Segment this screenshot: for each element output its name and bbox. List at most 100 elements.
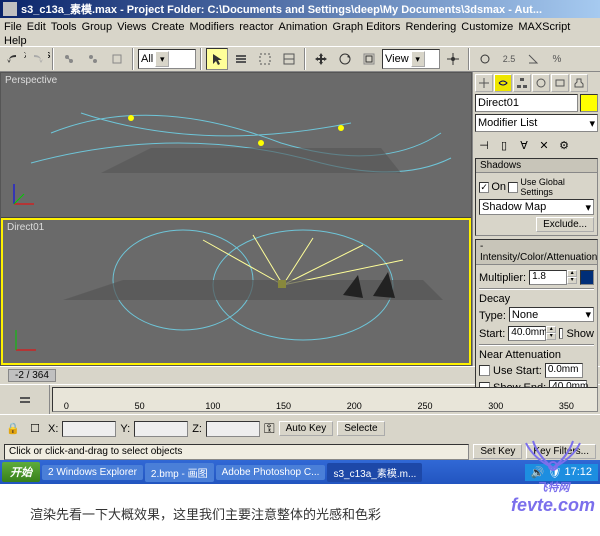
selector-button[interactable]: Selecte	[337, 421, 384, 436]
task-item[interactable]: Adobe Photoshop C...	[216, 465, 326, 480]
start-button[interactable]: 开始	[2, 462, 40, 482]
multiplier-spinner[interactable]: 1.8 ▴▾	[529, 270, 577, 285]
x-label: X:	[48, 423, 58, 435]
pivot-button[interactable]	[442, 48, 464, 70]
viewport-area: Perspective Direct01	[0, 72, 472, 366]
scale-button[interactable]	[358, 48, 380, 70]
tab-hierarchy[interactable]	[513, 74, 531, 92]
near-atten-label: Near Attenuation	[479, 349, 561, 361]
menu-tools[interactable]: Tools	[51, 20, 77, 34]
task-item[interactable]: 2 Windows Explorer	[42, 465, 143, 480]
menu-help[interactable]: Help	[4, 34, 27, 48]
show-end-button[interactable]: ▯	[495, 136, 513, 154]
tick-label: 300	[488, 401, 503, 411]
spinner-down-icon[interactable]: ▾	[546, 333, 556, 340]
redo-button[interactable]	[26, 48, 48, 70]
autokey-button[interactable]: Auto Key	[279, 421, 334, 436]
tab-modify[interactable]	[494, 74, 512, 92]
make-unique-button[interactable]: ∀	[515, 136, 533, 154]
multiplier-value[interactable]: 1.8	[529, 270, 567, 285]
tab-utilities[interactable]	[570, 74, 588, 92]
tick-label: 150	[276, 401, 291, 411]
z-label: Z:	[192, 423, 202, 435]
bind-button[interactable]	[106, 48, 128, 70]
tab-display[interactable]	[551, 74, 569, 92]
menu-grapheditors[interactable]: Graph Editors	[333, 20, 401, 34]
z-coord-input[interactable]	[206, 421, 260, 437]
object-name-input[interactable]: Direct01	[475, 94, 578, 112]
move-button[interactable]	[310, 48, 332, 70]
manipulate-button[interactable]	[474, 48, 496, 70]
snap-button[interactable]: 2.5	[498, 48, 520, 70]
near-start-spinner[interactable]: 0.0mm	[545, 363, 583, 378]
key-icon: ⚿	[264, 420, 275, 437]
isolate-button[interactable]: ☐	[26, 420, 44, 438]
tab-create[interactable]	[475, 74, 493, 92]
pin-stack-button[interactable]: ⊣	[475, 136, 493, 154]
refcoord-combo[interactable]: View ▾	[382, 49, 440, 69]
light-color-swatch[interactable]	[580, 270, 594, 285]
near-use-checkbox[interactable]	[479, 365, 490, 376]
decay-start-label: Start:	[479, 328, 505, 340]
task-item[interactable]: s3_c13a_素模.m...	[327, 463, 422, 482]
menu-views[interactable]: Views	[117, 20, 146, 34]
tab-motion[interactable]	[532, 74, 550, 92]
select-region-button[interactable]	[254, 48, 276, 70]
modifier-list-combo[interactable]: Modifier List ▾	[475, 114, 598, 132]
dropdown-icon[interactable]: ▾	[411, 51, 425, 67]
spinner-up-icon[interactable]: ▴	[546, 326, 556, 333]
dropdown-icon: ▾	[585, 308, 591, 321]
global-checkbox[interactable]	[508, 182, 518, 193]
dropdown-icon[interactable]: ▾	[155, 51, 169, 67]
shadow-type-combo[interactable]: Shadow Map ▾	[479, 199, 594, 215]
shadows-rollout-head[interactable]: Shadows	[476, 159, 597, 173]
decay-type-combo[interactable]: None ▾	[509, 307, 594, 322]
shadow-on-checkbox[interactable]: ✓	[479, 182, 489, 193]
menu-rendering[interactable]: Rendering	[405, 20, 456, 34]
frame-indicator: -2 / 364	[8, 369, 56, 382]
spinner-up-icon[interactable]: ▴	[567, 270, 577, 277]
menu-reactor[interactable]: reactor	[239, 20, 273, 34]
object-color-swatch[interactable]	[580, 94, 598, 112]
decay-show-checkbox[interactable]	[559, 328, 563, 339]
rotate-button[interactable]	[334, 48, 356, 70]
remove-mod-button[interactable]: ✕	[535, 136, 553, 154]
selection-filter-combo[interactable]: All ▾	[138, 49, 196, 69]
y-coord-input[interactable]	[134, 421, 188, 437]
decay-start-spinner[interactable]: 40.0mm ▴▾	[508, 326, 556, 341]
menu-maxscript[interactable]: MAXScript	[518, 20, 570, 34]
select-button[interactable]	[206, 48, 228, 70]
menu-edit[interactable]: Edit	[27, 20, 46, 34]
window-crossing-button[interactable]	[278, 48, 300, 70]
task-item[interactable]: 2.bmp - 画图	[145, 463, 214, 482]
viewport-direct01[interactable]: Direct01	[1, 218, 471, 366]
menu-file[interactable]: File	[4, 20, 22, 34]
tick-label: 350	[559, 401, 574, 411]
viewport-perspective[interactable]: Perspective	[1, 73, 471, 218]
menu-animation[interactable]: Animation	[279, 20, 328, 34]
exclude-button[interactable]: Exclude...	[536, 217, 594, 232]
angle-snap-button[interactable]	[522, 48, 544, 70]
select-by-name-button[interactable]	[230, 48, 252, 70]
unlink-button[interactable]	[82, 48, 104, 70]
menu-create[interactable]: Create	[151, 20, 184, 34]
menu-group[interactable]: Group	[82, 20, 113, 34]
dropdown-icon: ▾	[585, 201, 591, 214]
percent-snap-button[interactable]: %	[546, 48, 568, 70]
trackbar-toggle-button[interactable]	[14, 389, 36, 411]
undo-button[interactable]	[2, 48, 24, 70]
intensity-rollout-head[interactable]: - Intensity/Color/Attenuation	[476, 240, 597, 265]
menubar: File Edit Tools Group Views Create Modif…	[0, 18, 600, 46]
near-start-value[interactable]: 0.0mm	[545, 363, 583, 378]
decay-start-value[interactable]: 40.0mm	[508, 326, 546, 341]
menu-customize[interactable]: Customize	[461, 20, 513, 34]
trackbar-ruler[interactable]: 0 50 100 150 200 250 300 350	[52, 387, 598, 412]
x-coord-input[interactable]	[62, 421, 116, 437]
link-button[interactable]	[58, 48, 80, 70]
spinner-down-icon[interactable]: ▾	[567, 277, 577, 284]
menu-modifiers[interactable]: Modifiers	[190, 20, 235, 34]
axis-gizmo-icon	[9, 179, 39, 209]
lock-button[interactable]: 🔒	[4, 420, 22, 438]
configure-button[interactable]: ⚙	[555, 136, 573, 154]
titlebar-text: s3_c13a_素模.max - Project Folder: C:\Docu…	[21, 1, 542, 17]
